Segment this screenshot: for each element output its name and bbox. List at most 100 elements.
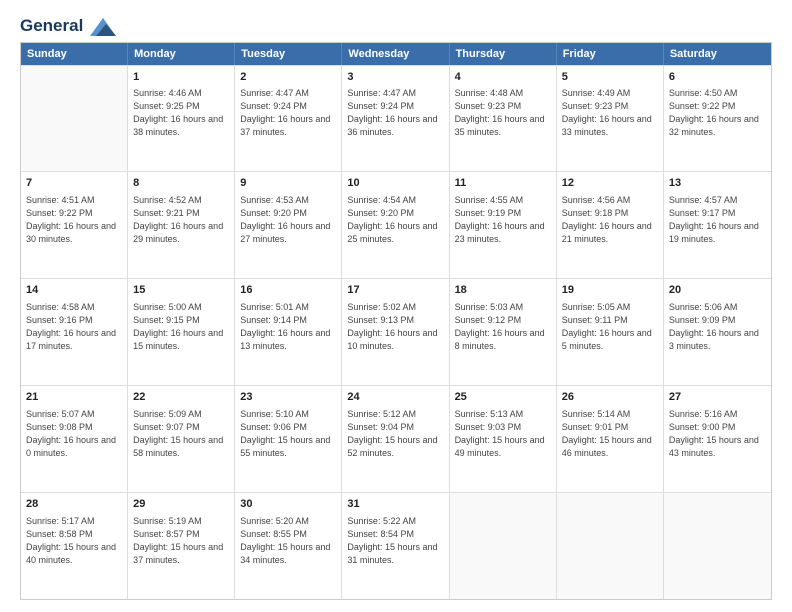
day-info: Sunrise: 5:00 AM Sunset: 9:15 PM Dayligh… <box>133 301 229 353</box>
day-number: 4 <box>455 70 551 85</box>
day-number: 17 <box>347 283 443 298</box>
table-row: 13Sunrise: 4:57 AM Sunset: 9:17 PM Dayli… <box>664 172 771 278</box>
table-row: 18Sunrise: 5:03 AM Sunset: 9:12 PM Dayli… <box>450 279 557 385</box>
day-info: Sunrise: 5:12 AM Sunset: 9:04 PM Dayligh… <box>347 408 443 460</box>
day-number: 10 <box>347 176 443 191</box>
table-row: 31 Sunrise: 5:22 AM Sunset: 8:54 PM Dayli… <box>342 493 449 599</box>
day-info: Sunrise: 5:14 AM Sunset: 9:01 PM Dayligh… <box>562 408 658 460</box>
table-row <box>664 493 771 599</box>
header-cell-friday: Friday <box>557 43 664 65</box>
day-info: Sunrise: 5:20 AM Sunset: 8:55 PM Dayligh… <box>240 515 336 567</box>
day-number: 11 <box>455 176 551 191</box>
day-info: Sunrise: 5:19 AM Sunset: 8:57 PM Dayligh… <box>133 515 229 567</box>
day-info: Sunrise: 4:51 AM Sunset: 9:22 PM Dayligh… <box>26 194 122 246</box>
day-number: 31 <box>347 497 443 512</box>
day-number: 29 <box>133 497 229 512</box>
header-cell-tuesday: Tuesday <box>235 43 342 65</box>
day-info: Sunrise: 5:07 AM Sunset: 9:08 PM Dayligh… <box>26 408 122 460</box>
table-row: 24 Sunrise: 5:12 AM Sunset: 9:04 PM Dayli… <box>342 386 449 492</box>
header-cell-thursday: Thursday <box>450 43 557 65</box>
day-info: Sunrise: 5:17 AM Sunset: 8:58 PM Dayligh… <box>26 515 122 567</box>
day-info: Sunrise: 4:58 AM Sunset: 9:16 PM Dayligh… <box>26 301 122 353</box>
day-number: 2 <box>240 70 336 85</box>
day-number: 16 <box>240 283 336 298</box>
table-row: 8 Sunrise: 4:52 AM Sunset: 9:21 PM Daylig… <box>128 172 235 278</box>
calendar-row-1: 1 Sunrise: 4:46 AM Sunset: 9:25 PM Daylig… <box>21 65 771 172</box>
day-info: Sunrise: 4:47 AM Sunset: 9:24 PM Dayligh… <box>240 87 336 139</box>
day-info: Sunrise: 4:53 AM Sunset: 9:20 PM Dayligh… <box>240 194 336 246</box>
day-info: Sunrise: 4:47 AM Sunset: 9:24 PM Dayligh… <box>347 87 443 139</box>
day-number: 24 <box>347 390 443 405</box>
day-info: Sunrise: 4:46 AM Sunset: 9:25 PM Dayligh… <box>133 87 229 139</box>
table-row: 28 Sunrise: 5:17 AM Sunset: 8:58 PM Dayli… <box>21 493 128 599</box>
day-number: 28 <box>26 497 122 512</box>
day-number: 1 <box>133 70 229 85</box>
day-info: Sunrise: 4:48 AM Sunset: 9:23 PM Dayligh… <box>455 87 551 139</box>
table-row: 30 Sunrise: 5:20 AM Sunset: 8:55 PM Dayli… <box>235 493 342 599</box>
table-row <box>557 493 664 599</box>
day-info: Sunrise: 5:22 AM Sunset: 8:54 PM Dayligh… <box>347 515 443 567</box>
day-info: Sunrise: 4:50 AM Sunset: 9:22 PM Dayligh… <box>669 87 766 139</box>
table-row: 3 Sunrise: 4:47 AM Sunset: 9:24 PM Daylig… <box>342 66 449 172</box>
header-cell-sunday: Sunday <box>21 43 128 65</box>
page: General SundayMondayTuesdayWednesdayThur… <box>0 0 792 612</box>
table-row: 29 Sunrise: 5:19 AM Sunset: 8:57 PM Dayli… <box>128 493 235 599</box>
table-row: 22Sunrise: 5:09 AM Sunset: 9:07 PM Dayli… <box>128 386 235 492</box>
day-number: 13 <box>669 176 766 191</box>
day-number: 21 <box>26 390 122 405</box>
calendar-body: 1 Sunrise: 4:46 AM Sunset: 9:25 PM Daylig… <box>21 65 771 599</box>
table-row: 17 Sunrise: 5:02 AM Sunset: 9:13 PM Dayli… <box>342 279 449 385</box>
header-cell-wednesday: Wednesday <box>342 43 449 65</box>
header-cell-monday: Monday <box>128 43 235 65</box>
table-row: 2 Sunrise: 4:47 AM Sunset: 9:24 PM Daylig… <box>235 66 342 172</box>
calendar-row-4: 21 Sunrise: 5:07 AM Sunset: 9:08 PM Dayli… <box>21 385 771 492</box>
table-row: 16Sunrise: 5:01 AM Sunset: 9:14 PM Dayli… <box>235 279 342 385</box>
calendar-row-2: 7 Sunrise: 4:51 AM Sunset: 9:22 PM Daylig… <box>21 171 771 278</box>
table-row: 15 Sunrise: 5:00 AM Sunset: 9:15 PM Dayli… <box>128 279 235 385</box>
calendar-row-3: 14Sunrise: 4:58 AM Sunset: 9:16 PM Dayli… <box>21 278 771 385</box>
table-row: 21 Sunrise: 5:07 AM Sunset: 9:08 PM Dayli… <box>21 386 128 492</box>
table-row: 4 Sunrise: 4:48 AM Sunset: 9:23 PM Daylig… <box>450 66 557 172</box>
header: General <box>20 16 772 34</box>
day-info: Sunrise: 5:06 AM Sunset: 9:09 PM Dayligh… <box>669 301 766 353</box>
day-number: 15 <box>133 283 229 298</box>
table-row: 19Sunrise: 5:05 AM Sunset: 9:11 PM Dayli… <box>557 279 664 385</box>
header-cell-saturday: Saturday <box>664 43 771 65</box>
table-row: 10Sunrise: 4:54 AM Sunset: 9:20 PM Dayli… <box>342 172 449 278</box>
table-row: 11 Sunrise: 4:55 AM Sunset: 9:19 PM Dayli… <box>450 172 557 278</box>
table-row: 7 Sunrise: 4:51 AM Sunset: 9:22 PM Daylig… <box>21 172 128 278</box>
day-info: Sunrise: 4:56 AM Sunset: 9:18 PM Dayligh… <box>562 194 658 246</box>
day-info: Sunrise: 5:09 AM Sunset: 9:07 PM Dayligh… <box>133 408 229 460</box>
day-number: 9 <box>240 176 336 191</box>
day-number: 7 <box>26 176 122 191</box>
day-number: 26 <box>562 390 658 405</box>
day-number: 3 <box>347 70 443 85</box>
day-info: Sunrise: 4:49 AM Sunset: 9:23 PM Dayligh… <box>562 87 658 139</box>
day-number: 23 <box>240 390 336 405</box>
day-number: 6 <box>669 70 766 85</box>
calendar: SundayMondayTuesdayWednesdayThursdayFrid… <box>20 42 772 600</box>
day-info: Sunrise: 5:02 AM Sunset: 9:13 PM Dayligh… <box>347 301 443 353</box>
day-info: Sunrise: 4:52 AM Sunset: 9:21 PM Dayligh… <box>133 194 229 246</box>
table-row: 12Sunrise: 4:56 AM Sunset: 9:18 PM Dayli… <box>557 172 664 278</box>
day-number: 30 <box>240 497 336 512</box>
day-info: Sunrise: 5:03 AM Sunset: 9:12 PM Dayligh… <box>455 301 551 353</box>
calendar-row-5: 28 Sunrise: 5:17 AM Sunset: 8:58 PM Dayli… <box>21 492 771 599</box>
table-row <box>450 493 557 599</box>
day-number: 19 <box>562 283 658 298</box>
day-number: 25 <box>455 390 551 405</box>
day-info: Sunrise: 5:10 AM Sunset: 9:06 PM Dayligh… <box>240 408 336 460</box>
table-row: 14Sunrise: 4:58 AM Sunset: 9:16 PM Dayli… <box>21 279 128 385</box>
table-row <box>21 66 128 172</box>
table-row: 6 Sunrise: 4:50 AM Sunset: 9:22 PM Daylig… <box>664 66 771 172</box>
day-number: 27 <box>669 390 766 405</box>
day-info: Sunrise: 4:55 AM Sunset: 9:19 PM Dayligh… <box>455 194 551 246</box>
calendar-header-row: SundayMondayTuesdayWednesdayThursdayFrid… <box>21 43 771 65</box>
table-row: 5 Sunrise: 4:49 AM Sunset: 9:23 PM Daylig… <box>557 66 664 172</box>
day-info: Sunrise: 5:16 AM Sunset: 9:00 PM Dayligh… <box>669 408 766 460</box>
table-row: 27 Sunrise: 5:16 AM Sunset: 9:00 PM Dayli… <box>664 386 771 492</box>
day-info: Sunrise: 5:13 AM Sunset: 9:03 PM Dayligh… <box>455 408 551 460</box>
day-number: 8 <box>133 176 229 191</box>
day-number: 5 <box>562 70 658 85</box>
table-row: 26 Sunrise: 5:14 AM Sunset: 9:01 PM Dayli… <box>557 386 664 492</box>
